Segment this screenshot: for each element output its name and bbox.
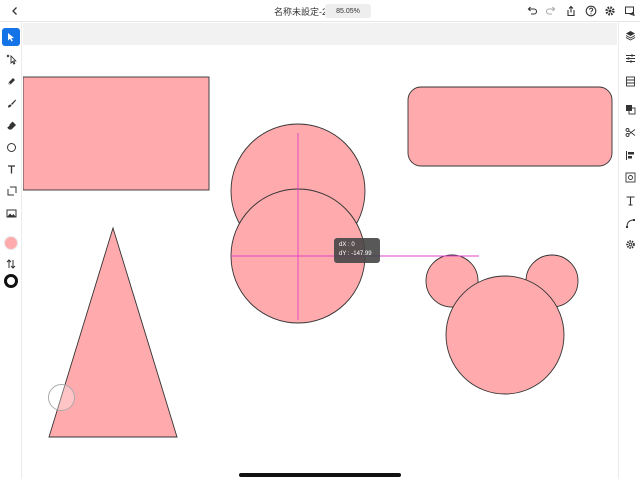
zoom-level[interactable]: 85.05% <box>325 4 371 18</box>
right-toolbar <box>618 22 640 479</box>
path-icon <box>625 218 635 228</box>
ellipse-tool[interactable] <box>2 138 20 156</box>
properties-button[interactable] <box>622 50 638 66</box>
text-tool[interactable] <box>2 160 20 178</box>
move-delta-tooltip: dX : 0 dY : -147.99 <box>334 238 380 263</box>
settings-button[interactable] <box>602 3 618 19</box>
export-button[interactable] <box>622 3 638 19</box>
stroke-color-swatch[interactable] <box>4 274 18 288</box>
settings-icon <box>625 239 635 249</box>
swap-colors-icon[interactable] <box>5 258 17 270</box>
type-button[interactable] <box>622 192 638 208</box>
image-icon <box>6 209 16 217</box>
bear-head[interactable] <box>445 275 565 395</box>
undo-button[interactable] <box>524 3 540 19</box>
rounded-rectangle-shape[interactable] <box>407 86 613 167</box>
share-button[interactable] <box>563 3 579 19</box>
settings-panel-button[interactable] <box>622 236 638 252</box>
chevron-left-icon <box>12 7 17 15</box>
shape-tool[interactable] <box>2 182 20 200</box>
back-button[interactable] <box>6 2 24 20</box>
document-title[interactable]: 名称未設定-2 <box>274 5 327 18</box>
transform-icon <box>625 172 635 182</box>
pen-tool[interactable] <box>2 72 20 90</box>
fill-color-swatch[interactable] <box>4 236 18 250</box>
ellipse-icon <box>6 142 16 152</box>
left-toolbar <box>0 22 22 479</box>
help-button[interactable] <box>583 3 599 19</box>
artwork <box>23 76 613 438</box>
align-button[interactable] <box>622 147 638 163</box>
libraries-icon <box>625 76 635 86</box>
share-icon <box>567 5 575 17</box>
brush-icon <box>7 99 16 107</box>
properties-icon <box>625 53 635 63</box>
top-bar: 名称未設定-2 85.05% <box>0 0 640 22</box>
help-icon <box>585 5 597 17</box>
arrange-icon <box>625 104 635 114</box>
rectangle-shape[interactable] <box>23 76 210 191</box>
scissors-button[interactable] <box>622 124 638 140</box>
scissors-icon <box>625 127 635 137</box>
redo-button[interactable] <box>543 3 559 19</box>
gear-icon <box>605 6 615 16</box>
export-icon <box>625 6 635 16</box>
layers-icon <box>625 30 635 41</box>
libraries-button[interactable] <box>622 73 638 89</box>
select-icon <box>8 33 14 42</box>
eraser-icon <box>6 121 16 129</box>
path-button[interactable] <box>622 215 638 231</box>
transform-button[interactable] <box>622 169 638 185</box>
redo-icon <box>545 6 556 15</box>
delta-y-readout: dY : -147.99 <box>339 251 372 257</box>
artboard-canvas[interactable] <box>23 45 617 479</box>
touch-modifier[interactable] <box>48 384 75 411</box>
image-tool[interactable] <box>2 204 20 222</box>
eraser-tool[interactable] <box>2 116 20 134</box>
shape-icon <box>7 186 16 195</box>
delta-x-readout: dX : 0 <box>339 242 355 248</box>
canvas-ruler <box>23 23 617 45</box>
layers-button[interactable] <box>622 27 638 43</box>
type-icon <box>626 195 634 206</box>
align-icon <box>625 150 634 160</box>
direct-select-icon <box>6 54 17 65</box>
pen-icon <box>7 77 15 85</box>
home-indicator[interactable] <box>239 473 401 477</box>
undo-icon <box>527 6 538 15</box>
arrange-button[interactable] <box>622 101 638 117</box>
direct-select-tool[interactable] <box>2 50 20 68</box>
brush-tool[interactable] <box>2 94 20 112</box>
text-icon <box>7 164 15 173</box>
select-tool[interactable] <box>2 28 20 46</box>
